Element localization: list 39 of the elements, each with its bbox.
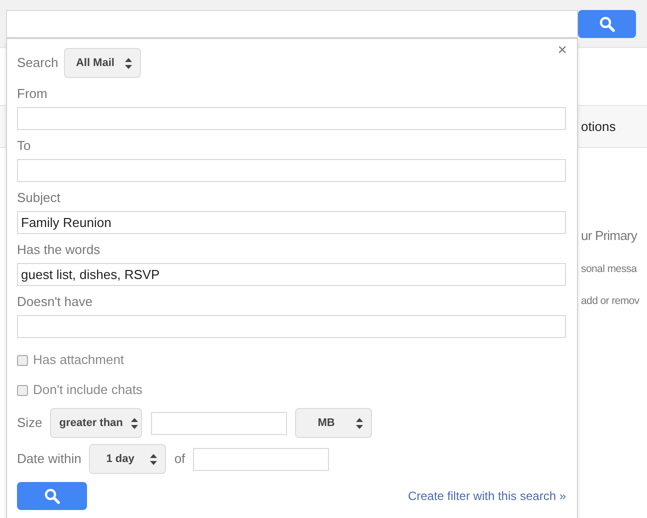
search-button[interactable]	[17, 482, 87, 510]
text-field[interactable]	[17, 159, 566, 182]
checkbox-label: Has attachment	[33, 351, 124, 370]
field-label: Search	[17, 54, 58, 72]
create-filter-link[interactable]: Create filter with this search »	[408, 487, 566, 505]
close-button[interactable]: ×	[558, 43, 567, 59]
field-label: Subject	[17, 190, 62, 206]
size-field[interactable]	[151, 412, 288, 434]
checkbox-label: Don't include chats	[33, 381, 142, 400]
text-field[interactable]: Family Reunion	[17, 211, 566, 234]
text-field[interactable]	[17, 315, 566, 338]
text-field[interactable]	[17, 107, 566, 130]
checkbox[interactable]	[17, 354, 28, 366]
body-text: sonal messa	[581, 262, 638, 277]
body-text: add or remov	[581, 294, 640, 309]
field-label: Size	[17, 414, 42, 432]
stepper-icon	[356, 418, 364, 428]
field-label: Doesn't have	[17, 294, 94, 310]
field-label: To	[17, 138, 32, 154]
stepper-icon	[150, 454, 158, 464]
date-field[interactable]	[193, 448, 330, 470]
unit-select[interactable]: MB	[295, 408, 372, 438]
search-button[interactable]	[578, 10, 636, 38]
comparator-select[interactable]: greater than	[50, 408, 142, 438]
section-heading: ur Primary	[581, 227, 638, 245]
tab-label[interactable]: otions	[581, 116, 616, 136]
scope-select[interactable]: All Mail	[64, 48, 142, 78]
field-label: of	[174, 450, 186, 468]
stepper-icon	[130, 418, 138, 428]
search-icon	[599, 16, 615, 32]
date-select[interactable]: 1 day	[89, 444, 166, 474]
search-icon	[44, 488, 60, 504]
stepper-icon	[125, 58, 132, 68]
field-label: From	[17, 86, 48, 102]
field-label: Date within	[17, 450, 82, 468]
search-field[interactable]	[6, 10, 578, 38]
text-field[interactable]: guest list, dishes, RSVP	[17, 263, 566, 286]
field-label: Has the words	[17, 242, 102, 258]
checkbox[interactable]	[17, 384, 28, 396]
